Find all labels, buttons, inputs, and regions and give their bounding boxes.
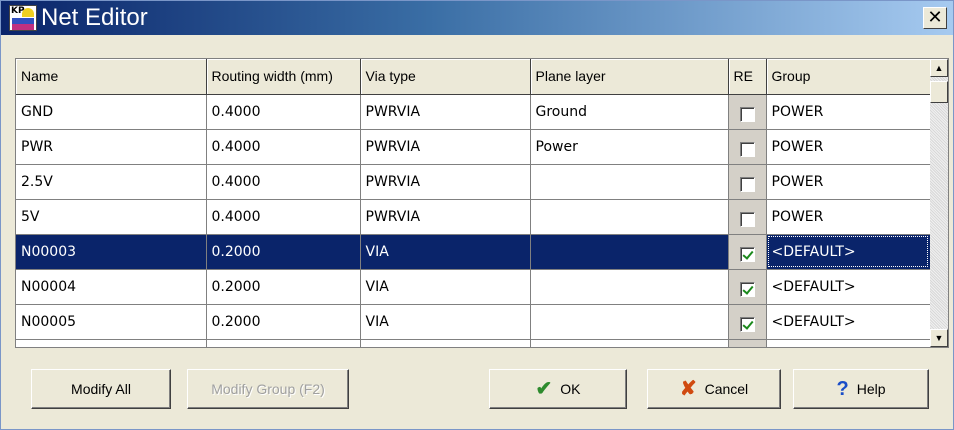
cell-re bbox=[728, 164, 767, 200]
table-row[interactable]: N00004 0.2000 VIA <DEFAULT> bbox=[16, 269, 931, 305]
cell-plane[interactable] bbox=[530, 304, 729, 340]
column-header-plane-layer[interactable]: Plane layer bbox=[530, 59, 729, 95]
net-grid[interactable]: Name Routing width (mm) Via type Plane l… bbox=[15, 58, 949, 348]
re-checkbox[interactable] bbox=[739, 177, 755, 192]
column-header-via-type[interactable]: Via type bbox=[360, 59, 531, 95]
cell-re bbox=[728, 339, 767, 347]
cell-name[interactable]: 2.5V bbox=[16, 164, 207, 200]
vertical-scrollbar[interactable]: ▲ ▼ bbox=[930, 59, 948, 347]
net-table: Name Routing width (mm) Via type Plane l… bbox=[16, 59, 931, 347]
cell-via[interactable]: VIA bbox=[360, 339, 531, 347]
re-checkbox[interactable] bbox=[739, 247, 755, 262]
column-header-re[interactable]: RE bbox=[728, 59, 767, 95]
cell-re bbox=[728, 269, 767, 305]
table-row[interactable]: 5V 0.4000 PWRVIA POWER bbox=[16, 199, 931, 235]
scroll-thumb[interactable] bbox=[930, 81, 948, 103]
table-row[interactable]: PWR 0.4000 PWRVIA Power POWER bbox=[16, 129, 931, 165]
table-row[interactable]: 2.5V 0.4000 PWRVIA POWER bbox=[16, 164, 931, 200]
cell-group[interactable]: POWER bbox=[766, 199, 931, 235]
cell-name[interactable]: 5V bbox=[16, 199, 207, 235]
modify-all-label: Modify All bbox=[71, 381, 131, 397]
header-row: Name Routing width (mm) Via type Plane l… bbox=[16, 59, 931, 95]
cell-via[interactable]: VIA bbox=[360, 304, 531, 340]
cell-width[interactable]: 0.2000 bbox=[206, 304, 361, 340]
re-checkbox[interactable] bbox=[739, 212, 755, 227]
cell-re bbox=[728, 234, 767, 270]
cell-name[interactable]: N00006 bbox=[16, 339, 207, 347]
cell-via[interactable]: VIA bbox=[360, 234, 531, 270]
cell-via[interactable]: VIA bbox=[360, 269, 531, 305]
scroll-up-button[interactable]: ▲ bbox=[930, 59, 948, 77]
cancel-button[interactable]: ✘ Cancel bbox=[647, 369, 781, 409]
cell-group[interactable]: POWER bbox=[766, 94, 931, 130]
cell-name[interactable]: N00005 bbox=[16, 304, 207, 340]
table-body: GND 0.4000 PWRVIA Ground POWER PWR 0.4000 PWRVI… bbox=[16, 94, 931, 347]
cell-name[interactable]: N00004 bbox=[16, 269, 207, 305]
cancel-x-icon: ✘ bbox=[679, 378, 697, 400]
cell-name[interactable]: PWR bbox=[16, 129, 207, 165]
app-icon: KP bbox=[9, 5, 37, 31]
cell-via[interactable]: PWRVIA bbox=[360, 199, 531, 235]
ok-button[interactable]: ✔ OK bbox=[489, 369, 627, 409]
cell-group[interactable]: POWER bbox=[766, 164, 931, 200]
re-checkbox[interactable] bbox=[739, 282, 755, 297]
modify-group-button[interactable]: Modify Group (F2) bbox=[187, 369, 349, 409]
cell-re bbox=[728, 129, 767, 165]
cell-group[interactable]: <DEFAULT> bbox=[766, 269, 931, 305]
cell-via[interactable]: PWRVIA bbox=[360, 164, 531, 200]
cell-re bbox=[728, 199, 767, 235]
cell-group[interactable]: POWER bbox=[766, 129, 931, 165]
modify-group-label: Modify Group (F2) bbox=[211, 381, 325, 397]
cancel-label: Cancel bbox=[704, 381, 749, 397]
column-header-routing-width[interactable]: Routing width (mm) bbox=[206, 59, 361, 95]
cell-width[interactable]: 0.2000 bbox=[206, 339, 361, 347]
help-button[interactable]: ? Help bbox=[793, 369, 929, 409]
close-button[interactable]: ✕ bbox=[923, 7, 947, 29]
cell-width[interactable]: 0.2000 bbox=[206, 269, 361, 305]
cell-via[interactable]: PWRVIA bbox=[360, 129, 531, 165]
column-header-name[interactable]: Name bbox=[16, 59, 207, 95]
help-label: Help bbox=[856, 381, 886, 397]
net-editor-window: KP Net Editor ✕ Name Routing width (mm) … bbox=[0, 0, 954, 430]
cell-name[interactable]: GND bbox=[16, 94, 207, 130]
table-row[interactable]: N00003 0.2000 VIA <DEFAULT> bbox=[16, 234, 931, 270]
title-bar[interactable]: KP Net Editor ✕ bbox=[1, 1, 953, 35]
scroll-down-button[interactable]: ▼ bbox=[930, 329, 948, 347]
re-checkbox[interactable] bbox=[739, 142, 755, 157]
column-header-group[interactable]: Group bbox=[766, 59, 931, 95]
ok-check-icon: ✔ bbox=[535, 378, 553, 400]
cell-group[interactable]: <DEFAULT> bbox=[766, 234, 931, 270]
cell-group[interactable]: <DEFAULT> bbox=[766, 304, 931, 340]
cell-plane[interactable] bbox=[530, 269, 729, 305]
ok-label: OK bbox=[560, 381, 581, 397]
window-title: Net Editor bbox=[41, 4, 148, 31]
cell-group[interactable]: <DEFAULT> bbox=[766, 339, 931, 347]
cell-width[interactable]: 0.4000 bbox=[206, 199, 361, 235]
cell-width[interactable]: 0.4000 bbox=[206, 94, 361, 130]
table-row[interactable]: N000060.2000VIA <DEFAULT> bbox=[16, 339, 931, 347]
re-checkbox[interactable] bbox=[739, 317, 755, 332]
cell-plane[interactable] bbox=[530, 234, 729, 270]
table-row[interactable]: GND 0.4000 PWRVIA Ground POWER bbox=[16, 94, 931, 130]
cell-re bbox=[728, 94, 767, 130]
cell-plane[interactable]: Power bbox=[530, 129, 729, 165]
cell-name[interactable]: N00003 bbox=[16, 234, 207, 270]
table-row[interactable]: N00005 0.2000 VIA <DEFAULT> bbox=[16, 304, 931, 340]
cell-plane[interactable] bbox=[530, 199, 729, 235]
cell-plane[interactable]: Ground bbox=[530, 94, 729, 130]
cell-plane[interactable] bbox=[530, 164, 729, 200]
cell-re bbox=[728, 304, 767, 340]
cell-via[interactable]: PWRVIA bbox=[360, 94, 531, 130]
re-checkbox[interactable] bbox=[739, 107, 755, 122]
cell-width[interactable]: 0.4000 bbox=[206, 129, 361, 165]
modify-all-button[interactable]: Modify All bbox=[31, 369, 171, 409]
cell-width[interactable]: 0.4000 bbox=[206, 164, 361, 200]
cell-plane[interactable] bbox=[530, 339, 729, 347]
help-question-icon: ? bbox=[836, 378, 849, 400]
cell-width[interactable]: 0.2000 bbox=[206, 234, 361, 270]
